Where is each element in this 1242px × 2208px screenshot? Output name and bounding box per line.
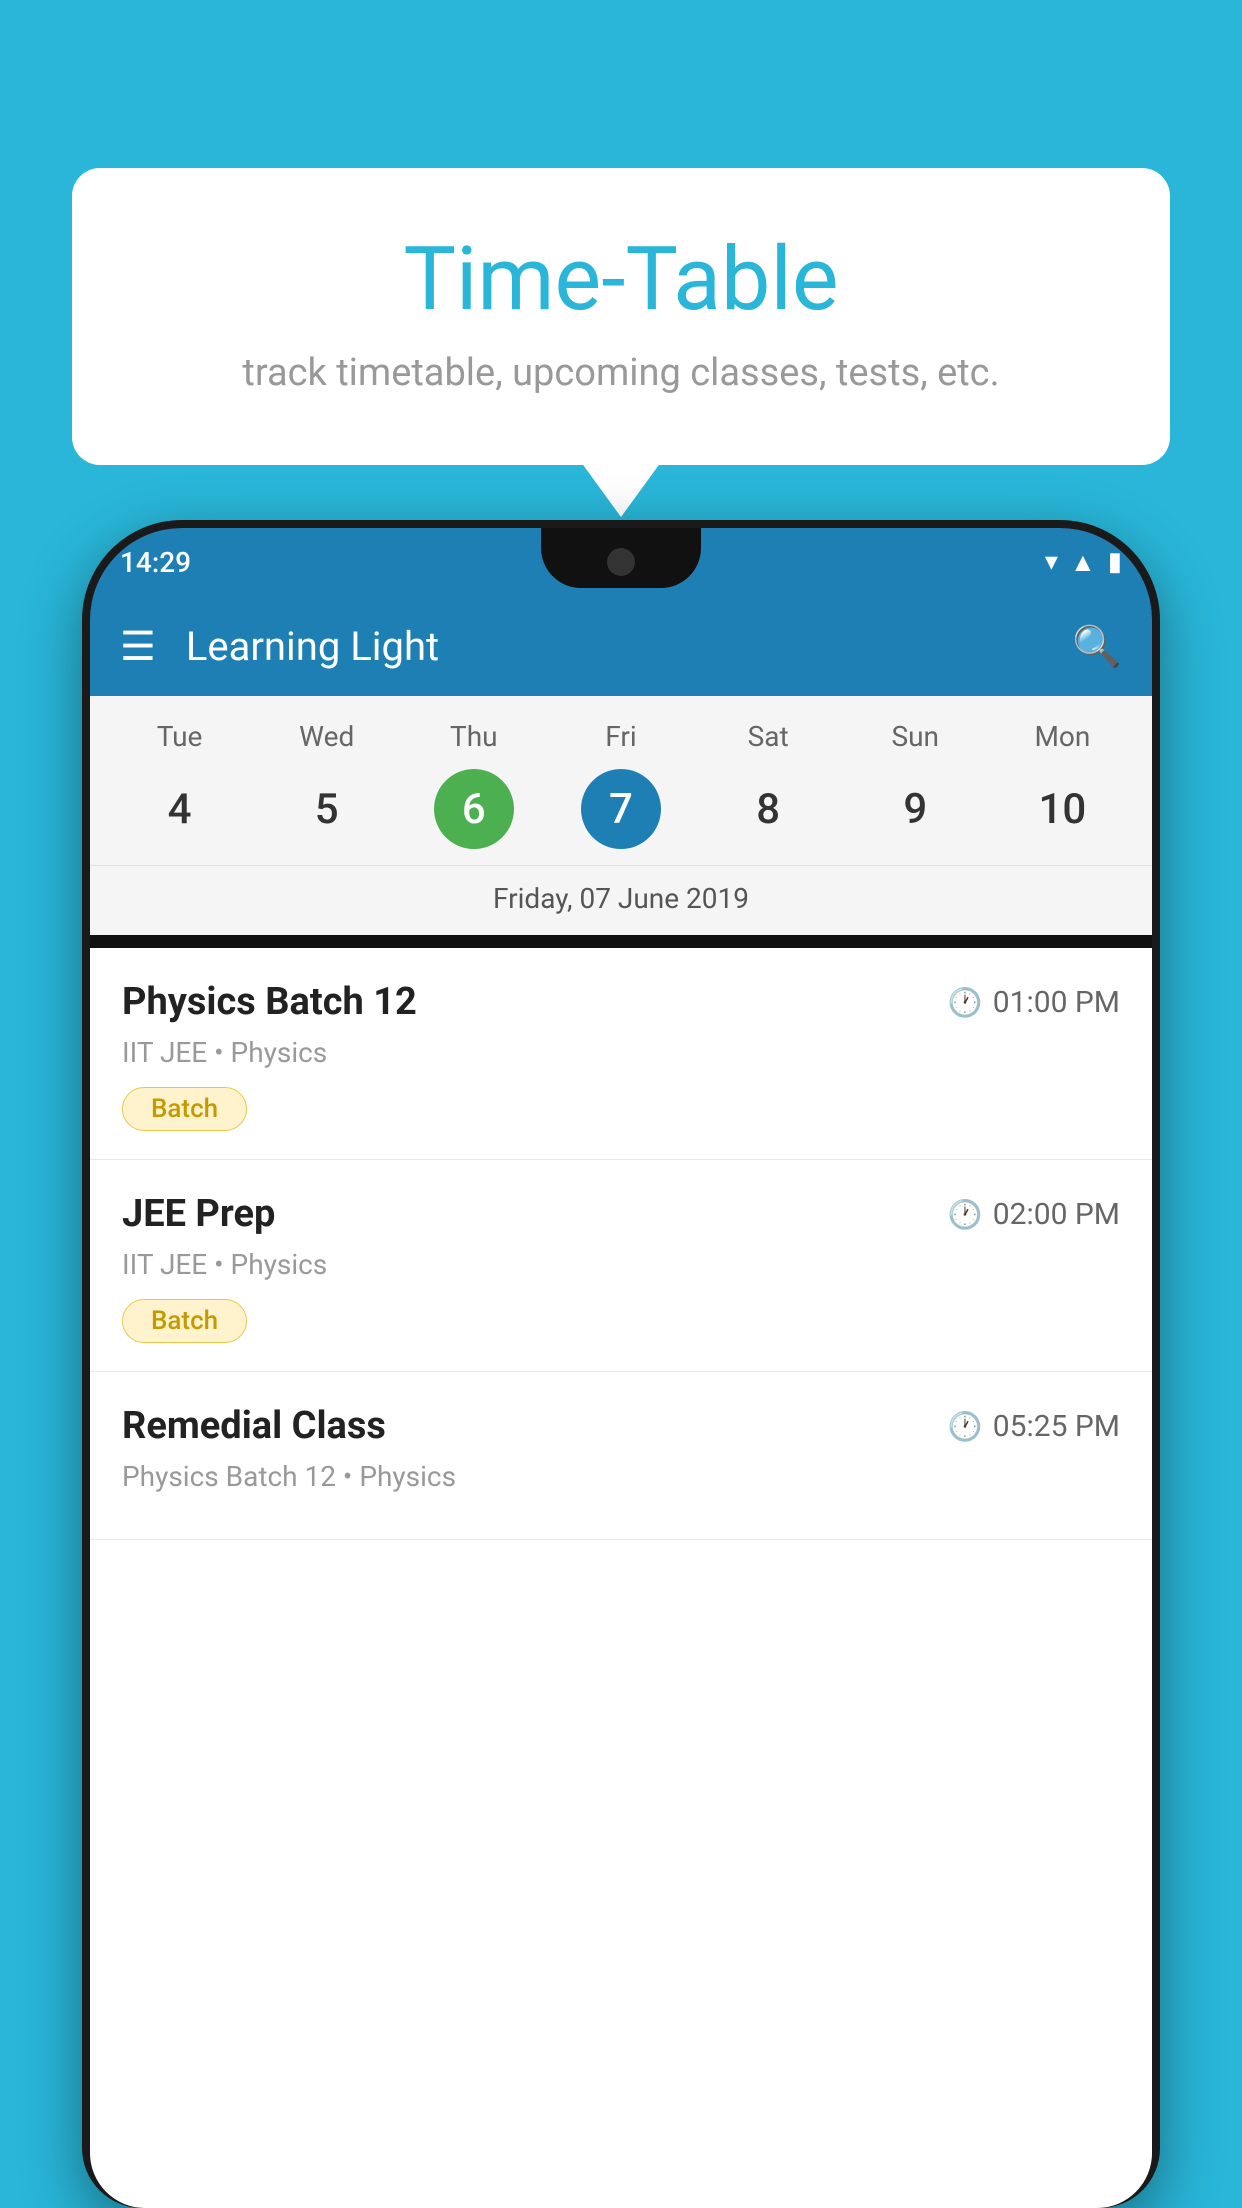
day-number: 10 — [1022, 769, 1102, 849]
day-col-tue[interactable]: Tue 4 — [116, 720, 244, 849]
bubble-subtitle: track timetable, upcoming classes, tests… — [152, 351, 1090, 395]
signal-icon: ▲ — [1070, 547, 1096, 578]
day-name: Fri — [605, 720, 636, 753]
app-bar: ☰ Learning Light 🔍 — [90, 596, 1152, 696]
app-title: Learning Light — [186, 623, 1072, 670]
day-name: Thu — [450, 720, 498, 753]
day-col-fri[interactable]: Fri 7 — [557, 720, 685, 849]
clock-icon: 🕐 — [948, 986, 983, 1019]
selected-date-label: Friday, 07 June 2019 — [90, 865, 1152, 935]
battery-icon: ▮ — [1108, 547, 1122, 577]
day-name: Sat — [748, 720, 789, 753]
status-icons: ▾ ▲ ▮ — [1045, 547, 1122, 578]
day-col-sat[interactable]: Sat 8 — [704, 720, 832, 849]
day-col-mon[interactable]: Mon 10 — [998, 720, 1126, 849]
camera — [607, 548, 635, 576]
clock-icon: 🕐 — [948, 1198, 983, 1231]
day-name: Tue — [157, 720, 203, 753]
search-icon[interactable]: 🔍 — [1072, 623, 1122, 670]
day-name: Mon — [1034, 720, 1090, 753]
item-header: Physics Batch 12 🕐 01:00 PM — [122, 980, 1120, 1024]
item-title: JEE Prep — [122, 1192, 275, 1236]
day-number: 8 — [728, 769, 808, 849]
day-col-sun[interactable]: Sun 9 — [851, 720, 979, 849]
phone-frame: 14:29 ▾ ▲ ▮ ☰ Learning Light 🔍 Tue4Wed5T… — [82, 520, 1160, 2208]
day-number: 6 — [434, 769, 514, 849]
item-header: Remedial Class 🕐 05:25 PM — [122, 1404, 1120, 1448]
item-subtitle: IIT JEE • Physics — [122, 1248, 1120, 1281]
item-title: Remedial Class — [122, 1404, 386, 1448]
calendar-strip: Tue 4 Wed 5 Thu 6 Fri 7 Sat 8 Sun 9 Mon 10 Friday, 07… — [90, 696, 1152, 935]
batch-badge: Batch — [122, 1087, 247, 1131]
item-time: 🕐 05:25 PM — [948, 1409, 1120, 1444]
days-row: Tue 4 Wed 5 Thu 6 Fri 7 Sat 8 Sun 9 Mon 10 — [90, 720, 1152, 849]
batch-badge: Batch — [122, 1299, 247, 1343]
day-col-thu[interactable]: Thu 6 — [410, 720, 538, 849]
day-number: 4 — [140, 769, 220, 849]
speech-bubble: Time-Table track timetable, upcoming cla… — [72, 168, 1170, 465]
day-col-wed[interactable]: Wed 5 — [263, 720, 391, 849]
day-name: Wed — [299, 720, 354, 753]
clock-icon: 🕐 — [948, 1410, 983, 1443]
item-subtitle: IIT JEE • Physics — [122, 1036, 1120, 1069]
item-subtitle: Physics Batch 12 • Physics — [122, 1460, 1120, 1493]
schedule-item[interactable]: Remedial Class 🕐 05:25 PM Physics Batch 12… — [90, 1372, 1152, 1540]
item-time: 🕐 02:00 PM — [948, 1197, 1120, 1232]
hamburger-icon[interactable]: ☰ — [120, 623, 156, 670]
schedule-container: Physics Batch 12 🕐 01:00 PM IIT JEE • Phys… — [90, 948, 1152, 2208]
day-name: Sun — [892, 720, 940, 753]
item-time: 🕐 01:00 PM — [948, 985, 1120, 1020]
item-header: JEE Prep 🕐 02:00 PM — [122, 1192, 1120, 1236]
schedule-item[interactable]: Physics Batch 12 🕐 01:00 PM IIT JEE • Phys… — [90, 948, 1152, 1160]
phone-inner: 14:29 ▾ ▲ ▮ ☰ Learning Light 🔍 Tue4Wed5T… — [90, 528, 1152, 2208]
day-number: 9 — [875, 769, 955, 849]
day-number: 7 — [581, 769, 661, 849]
item-title: Physics Batch 12 — [122, 980, 417, 1024]
day-number: 5 — [287, 769, 367, 849]
bubble-title: Time-Table — [152, 228, 1090, 331]
wifi-icon: ▾ — [1045, 547, 1058, 577]
status-time: 14:29 — [120, 546, 191, 579]
notch — [541, 528, 701, 588]
schedule-item[interactable]: JEE Prep 🕐 02:00 PM IIT JEE • Physics Batch — [90, 1160, 1152, 1372]
